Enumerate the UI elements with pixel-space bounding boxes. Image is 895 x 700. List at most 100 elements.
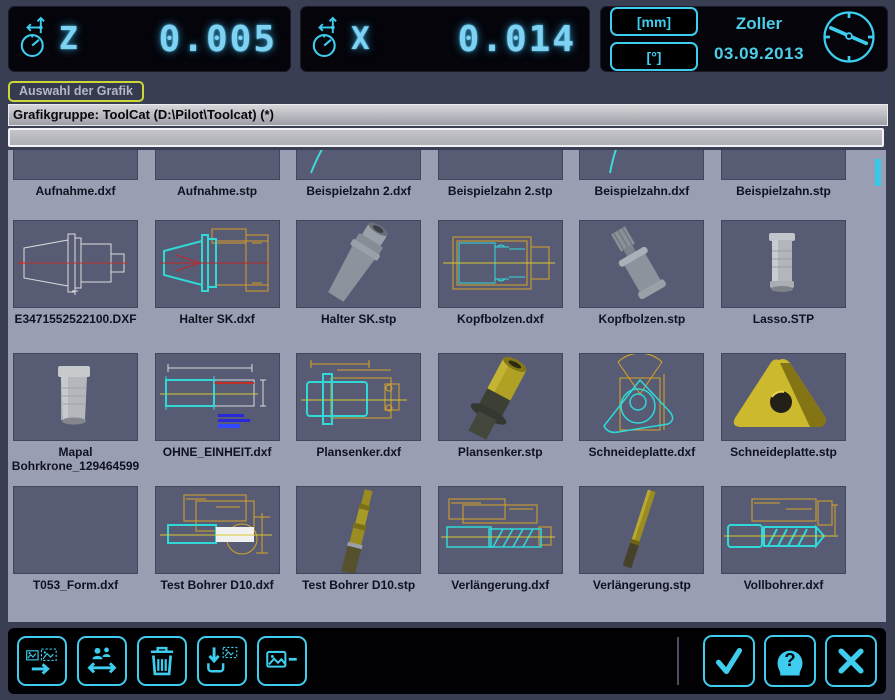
import-graphic-button[interactable] [197,636,247,686]
zoller-screen: Z 0.005 X 0.014 [mm] [°] Zoller [0,0,895,700]
axis-z-panel: Z 0.005 [8,6,291,72]
scrollbar-thumb[interactable] [875,159,881,186]
copy-image-icon [25,646,59,676]
help-icon: ? [772,643,808,679]
grid-item-label: Beispielzahn.dxf [595,184,690,198]
grid-item-tile[interactable] [721,150,846,180]
thumbnail-graphic [156,354,279,440]
grid-item-label: Beispielzahn.stp [736,184,831,198]
cancel-button[interactable] [825,635,877,687]
grid-item: Beispielzahn.dxf [579,150,704,198]
axis-x-panel: X 0.014 [300,6,590,72]
axis-z-label: Z [59,21,78,57]
grid-item-label: Aufnahme.dxf [35,184,115,198]
grid-item-label: Plansenker.dxf [316,445,401,459]
grid-item-label: Halter SK.dxf [179,312,254,326]
grid-item-tile[interactable] [296,353,421,441]
grid-item: Mapal Bohrkrone_129464599 [13,353,138,473]
grid-item-label: Plansenker.stp [458,445,543,459]
axis-z-value: 0.005 [159,19,277,60]
grid-item-tile[interactable] [579,486,704,574]
grid-item-tile[interactable] [438,486,563,574]
tab-auswahl-der-grafik: Auswahl der Grafik [8,81,144,102]
people-transfer-icon [85,646,119,676]
grid-item-tile[interactable] [13,486,138,574]
grid-item-label: Beispielzahn 2.dxf [306,184,411,198]
grid-item-label: Schneideplatte.dxf [589,445,696,459]
grid-item-label: Schneideplatte.stp [730,445,837,459]
grid-item-tile[interactable] [579,220,704,308]
thumbnail-graphic [439,150,562,179]
thumbnail-graphic [580,354,703,440]
grid-item-label: Kopfbolzen.stp [599,312,686,326]
grid-item-tile[interactable] [438,150,563,180]
confirm-button[interactable] [703,635,755,687]
thumbnail-graphic [722,354,845,440]
grid-item-tile[interactable] [579,150,704,180]
copy-graphic-button[interactable] [17,636,67,686]
import-image-icon [205,645,239,677]
grid-item-tile[interactable] [13,150,138,180]
grid-row: Aufnahme.dxf Aufnahme.stp Beispielzahn 2.d… [8,150,863,198]
unit-mm-button[interactable]: [mm] [610,7,698,36]
grid-item-tile[interactable] [155,353,280,441]
checkmark-icon [712,644,746,678]
thumbnail-graphic [722,221,845,307]
grid-item-label: Aufnahme.stp [177,184,257,198]
grid-item: E3471552522100.DXF [13,220,138,326]
grid-row: E3471552522100.DXF Halter SK.dxf Halter SK… [8,220,863,326]
thumbnail-graphic [722,487,845,573]
svg-text:?: ? [784,649,795,670]
grid-item: Schneideplatte.stp [721,353,846,473]
remove-graphic-button[interactable] [257,636,307,686]
grid-item-tile[interactable] [438,353,563,441]
grid-item-tile[interactable] [721,486,846,574]
grid-item-tile[interactable] [579,353,704,441]
grid-item-label: Verlängerung.stp [593,578,691,592]
thumbnail-graphic [14,354,137,440]
grid-item: Verlängerung.dxf [438,486,563,592]
dial-gauge-z-icon [18,14,56,65]
grid-item-tile[interactable] [296,486,421,574]
grid-item: Kopfbolzen.dxf [438,220,563,326]
grid-item: OHNE_EINHEIT.dxf [155,353,280,473]
grid-item: Test Bohrer D10.dxf [155,486,280,592]
help-button[interactable]: ? [764,635,816,687]
grid-item-tile[interactable] [13,220,138,308]
axis-x-label: X [351,21,370,57]
axis-x-value: 0.014 [458,19,576,60]
bottom-toolbar: ? [8,628,886,694]
grid-item: Beispielzahn 2.dxf [296,150,421,198]
grid-item: Aufnahme.stp [155,150,280,198]
grid-item-tile[interactable] [155,486,280,574]
thumbnail-graphic [580,221,703,307]
grid-item-label: Kopfbolzen.dxf [457,312,544,326]
grid-item: Verlängerung.stp [579,486,704,592]
thumbnail-graphic [297,150,420,179]
grid-item-tile[interactable] [296,220,421,308]
thumbnail-graphic [297,354,420,440]
unit-deg-button[interactable]: [°] [610,42,698,71]
grid-item-tile[interactable] [155,220,280,308]
thumbnail-graphic [156,150,279,179]
delete-graphic-button[interactable] [137,636,187,686]
grid-item: Test Bohrer D10.stp [296,486,421,592]
grid-item: Halter SK.stp [296,220,421,326]
thumbnail-graphic [297,221,420,307]
grid-item-tile[interactable] [155,150,280,180]
graphic-grid-area: Aufnahme.dxf Aufnahme.stp Beispielzahn 2.d… [8,150,886,622]
date-label: 03.09.2013 [704,44,814,64]
grid-item-tile[interactable] [296,150,421,180]
grid-item: Lasso.STP [721,220,846,326]
thumbnail-graphic [14,150,137,179]
grid-item-tile[interactable] [721,353,846,441]
grid-item: Kopfbolzen.stp [579,220,704,326]
grid-item-tile[interactable] [721,220,846,308]
thumbnail-graphic [580,487,703,573]
grid-item-tile[interactable] [438,220,563,308]
thumbnail-graphic [156,487,279,573]
grid-item-label: E3471552522100.DXF [14,312,136,326]
grid-item-tile[interactable] [13,353,138,441]
grid-item-label: Test Bohrer D10.stp [302,578,415,592]
transfer-graphic-button[interactable] [77,636,127,686]
